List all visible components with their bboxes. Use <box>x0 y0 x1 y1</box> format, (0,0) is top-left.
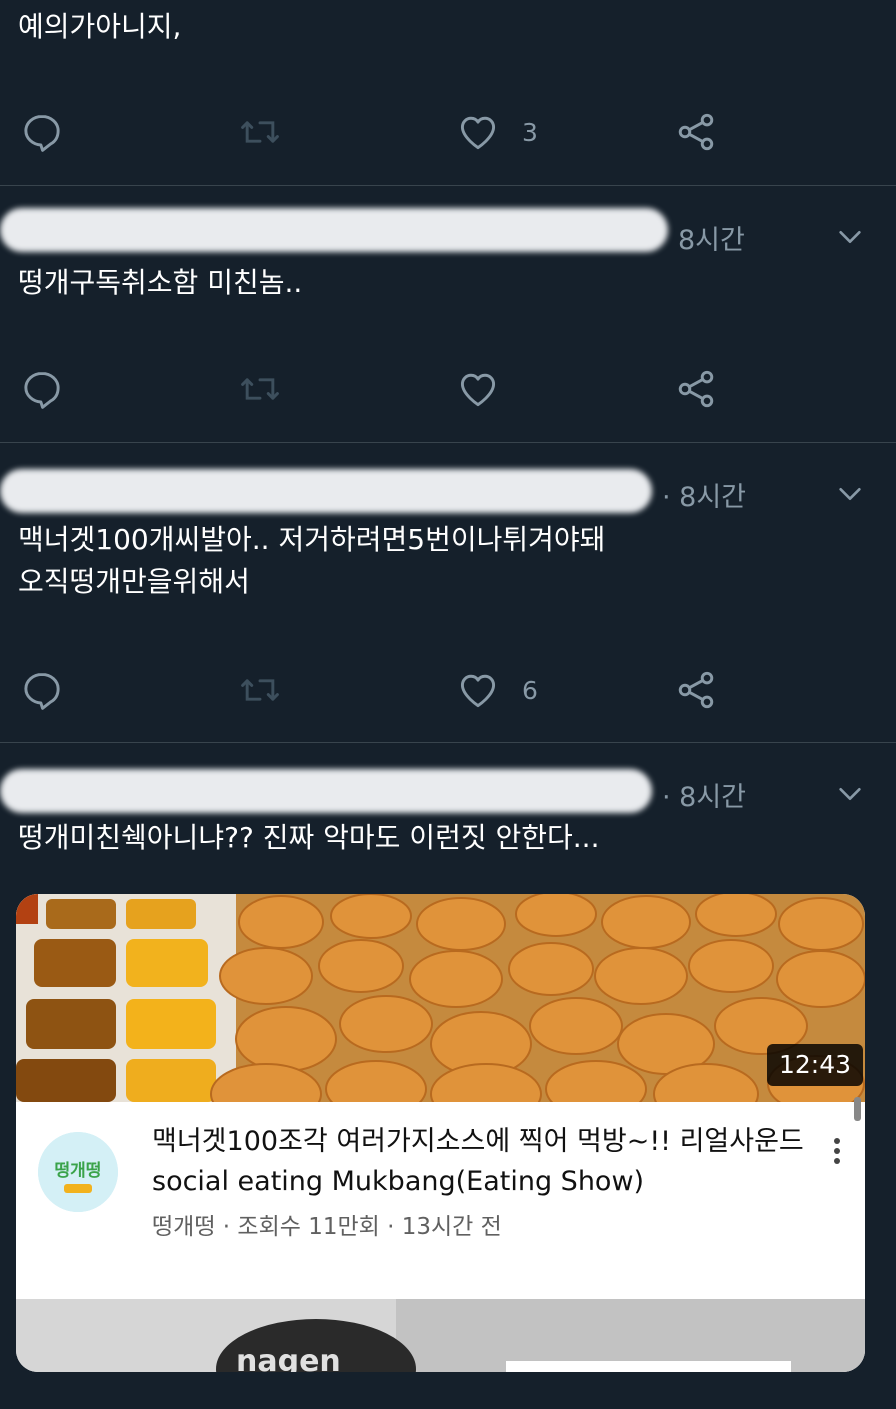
tweet-3: · 8시간 맥너겟100개씨발아.. 저거하려면5번이나튀겨야돼 오직떵개만을위… <box>0 443 896 743</box>
retweet-button[interactable] <box>238 107 282 157</box>
channel-logo-text: 떵개떵 <box>55 1161 102 1181</box>
redacted-username <box>0 208 668 252</box>
channel-logo-icon: 떵개떵 <box>38 1132 118 1212</box>
next-video-thumbnail[interactable]: nagen <box>16 1299 865 1372</box>
share-button[interactable] <box>674 107 718 157</box>
reply-icon <box>20 110 64 154</box>
tweet-text: 예의가아니지, <box>18 10 182 43</box>
share-icon <box>674 367 718 411</box>
chevron-down-icon[interactable] <box>834 221 866 253</box>
like-icon <box>456 110 500 154</box>
reply-button[interactable] <box>20 107 64 157</box>
tweet-2: 8시간 떵개구독취소함 미친놈.. <box>0 186 896 442</box>
retweet-icon <box>238 367 282 411</box>
redacted-username <box>0 769 652 813</box>
like-button[interactable]: 6 <box>456 665 538 715</box>
tweet-text-line1: 맥너겟100개씨발아.. 저거하려면5번이나튀겨야돼 <box>18 523 606 556</box>
like-count: 3 <box>522 117 538 147</box>
video-info[interactable]: 떵개떵 맥너겟100조각 여러가지소스에 찍어 먹방~!! 리얼사운드 soci… <box>16 1097 865 1294</box>
tweet-actions: 3 <box>0 107 896 157</box>
tweet-timestamp: · 8시간 <box>662 482 747 513</box>
share-button[interactable] <box>674 364 718 414</box>
like-icon <box>456 668 500 712</box>
youtube-embed-card[interactable]: 떵개떵 맥너겟100조각 여러가지소스에 찍어 먹방~!! 리얼사운드 soci… <box>16 894 865 1372</box>
reply-button[interactable] <box>20 364 64 414</box>
retweet-icon <box>238 110 282 154</box>
scrollbar[interactable] <box>854 1097 861 1121</box>
tweet-timestamp: · 8시간 <box>662 782 747 813</box>
tweet-text-line2: 오직떵개만을위해서 <box>18 565 250 598</box>
share-icon <box>674 110 718 154</box>
reply-icon <box>20 668 64 712</box>
like-button[interactable] <box>456 364 500 414</box>
video-duration: 12:43 <box>767 1044 864 1086</box>
like-button[interactable]: 3 <box>456 107 538 157</box>
video-meta: 떵개떵 · 조회수 11만회 · 13시간 전 <box>152 1214 502 1240</box>
chevron-down-icon[interactable] <box>834 478 866 510</box>
video-thumbnail[interactable] <box>16 894 865 1102</box>
tweet-text: 떵개미친쉑아니냐?? 진짜 악마도 이런짓 안한다... <box>18 821 600 854</box>
tweet-1: 예의가아니지, 3 <box>0 0 896 186</box>
tweet-timestamp: 8시간 <box>678 225 745 256</box>
like-icon <box>456 367 500 411</box>
reply-icon <box>20 367 64 411</box>
video-title[interactable]: 맥너겟100조각 여러가지소스에 찍어 먹방~!! 리얼사운드 social e… <box>152 1122 812 1202</box>
share-icon <box>674 668 718 712</box>
next-video-thumbnail-text: nagen <box>236 1344 341 1372</box>
redacted-username <box>0 469 652 513</box>
retweet-icon <box>238 668 282 712</box>
share-button[interactable] <box>674 665 718 715</box>
chevron-down-icon[interactable] <box>834 778 866 810</box>
more-options-icon[interactable] <box>834 1134 846 1168</box>
reply-button[interactable] <box>20 665 64 715</box>
tweet-actions: 6 <box>0 665 896 715</box>
channel-avatar[interactable]: 떵개떵 <box>38 1132 118 1212</box>
retweet-button[interactable] <box>238 665 282 715</box>
like-count: 6 <box>522 675 538 705</box>
tweet-actions <box>0 364 896 414</box>
retweet-button[interactable] <box>238 364 282 414</box>
tweet-text: 떵개구독취소함 미친놈.. <box>18 266 303 299</box>
